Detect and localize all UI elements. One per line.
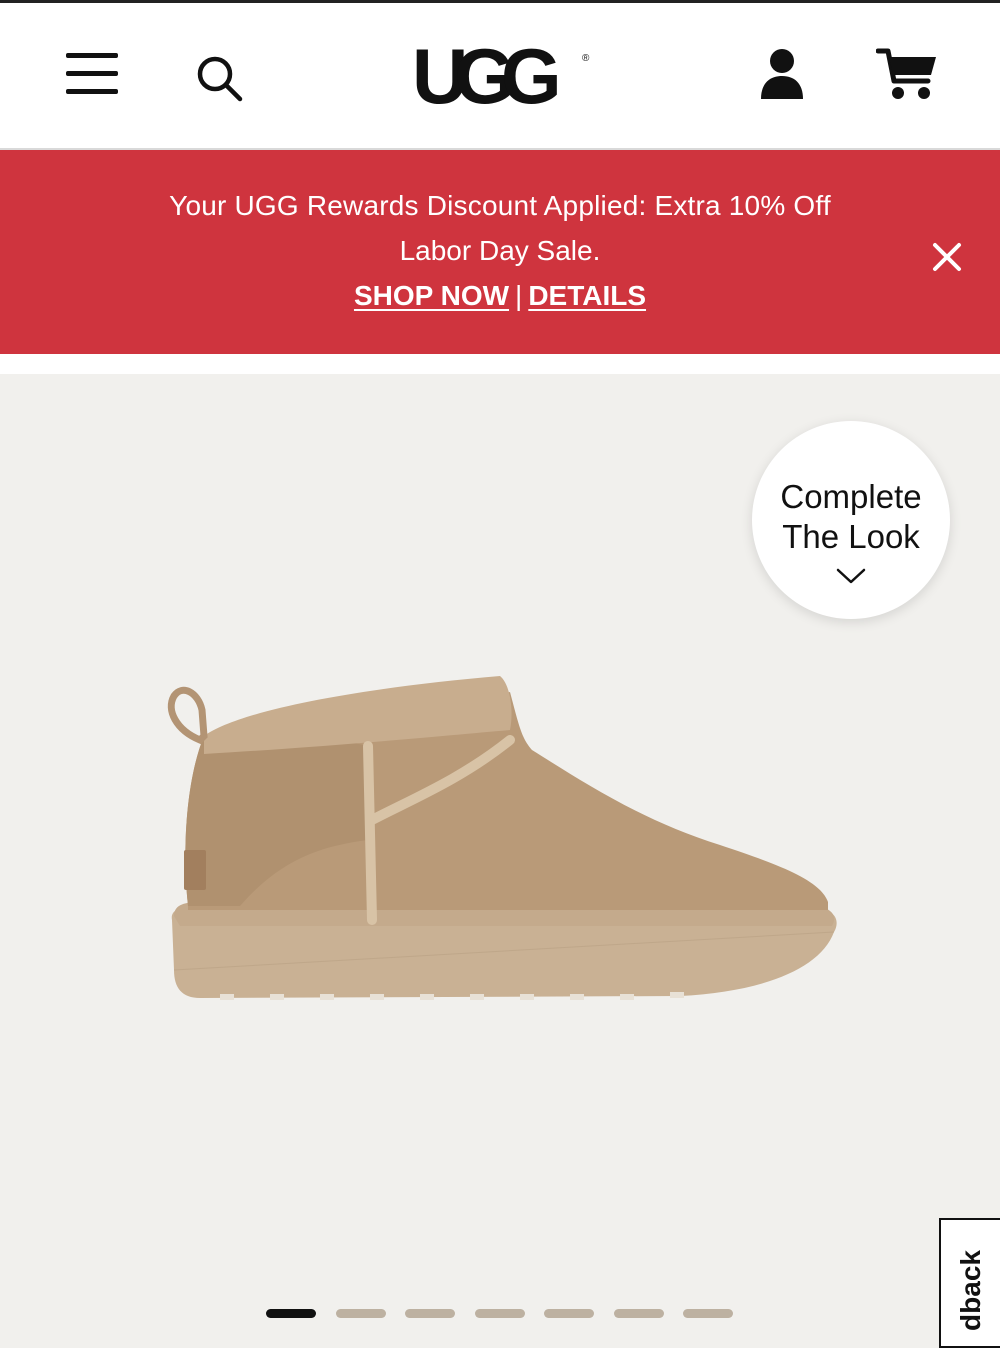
chevron-down-icon: [836, 567, 866, 585]
site-header: UGG ®: [0, 3, 1000, 150]
close-icon[interactable]: [930, 240, 964, 274]
ugg-logo[interactable]: UGG ®: [410, 32, 592, 123]
gallery-dot[interactable]: [613, 1309, 664, 1318]
account-icon[interactable]: [758, 47, 806, 99]
promo-banner: Your UGG Rewards Discount Applied: Extra…: [0, 150, 1000, 354]
feedback-tab-label: dback: [955, 1250, 986, 1331]
complete-the-look-line1: Complete: [780, 478, 922, 515]
promo-link-separator: |: [515, 280, 523, 311]
complete-the-look-button[interactable]: Complete The Look: [752, 421, 950, 619]
complete-the-look-label: Complete The Look: [752, 477, 950, 557]
promo-links: SHOP NOW | DETAILS: [0, 280, 1000, 312]
shop-now-link[interactable]: SHOP NOW: [354, 280, 509, 311]
feedback-tab[interactable]: dback: [939, 1218, 1000, 1348]
promo-headline: Your UGG Rewards Discount Applied: Extra…: [169, 190, 831, 221]
gallery-pagination: [266, 1309, 746, 1319]
gallery-dot[interactable]: [405, 1309, 455, 1318]
gallery-dot[interactable]: [544, 1309, 594, 1318]
gallery-dot[interactable]: [335, 1309, 386, 1318]
product-image-boot: [160, 670, 850, 1015]
section-spacer: [0, 354, 1000, 374]
svg-text:UGG: UGG: [412, 33, 557, 120]
hamburger-menu-icon[interactable]: [66, 51, 120, 95]
svg-text:®: ®: [582, 53, 590, 64]
search-icon[interactable]: [194, 53, 244, 103]
gallery-dot[interactable]: [266, 1309, 316, 1318]
complete-the-look-line2: The Look: [782, 518, 920, 555]
details-link[interactable]: DETAILS: [528, 280, 646, 311]
promo-subline: Labor Day Sale.: [399, 235, 601, 266]
gallery-dot[interactable]: [474, 1309, 525, 1318]
gallery-dot[interactable]: [683, 1309, 733, 1318]
cart-icon[interactable]: [875, 45, 938, 103]
